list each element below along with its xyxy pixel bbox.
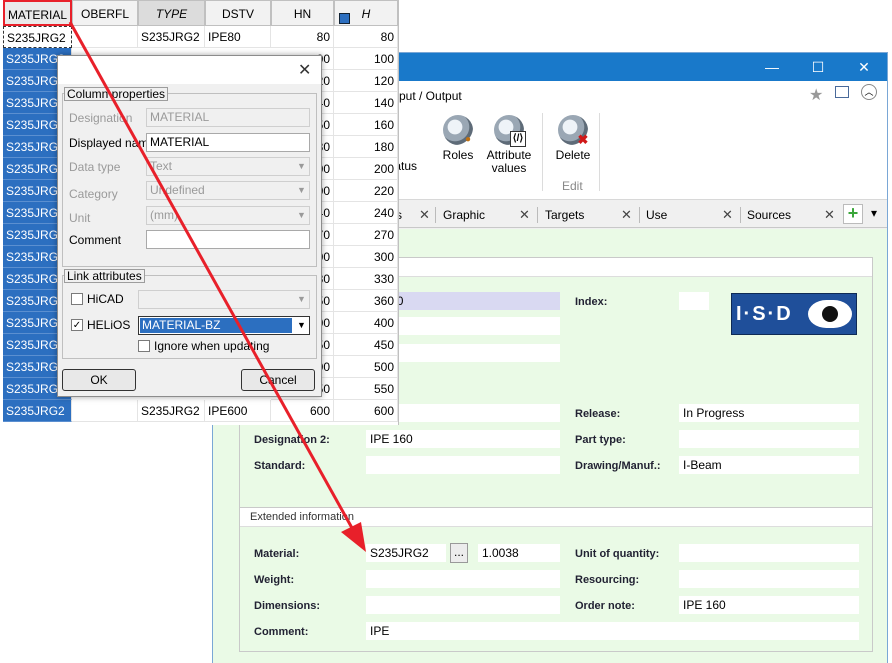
- annotation-arrow: [68, 21, 366, 552]
- arrow-line: [68, 21, 354, 529]
- arrow-head: [341, 522, 366, 552]
